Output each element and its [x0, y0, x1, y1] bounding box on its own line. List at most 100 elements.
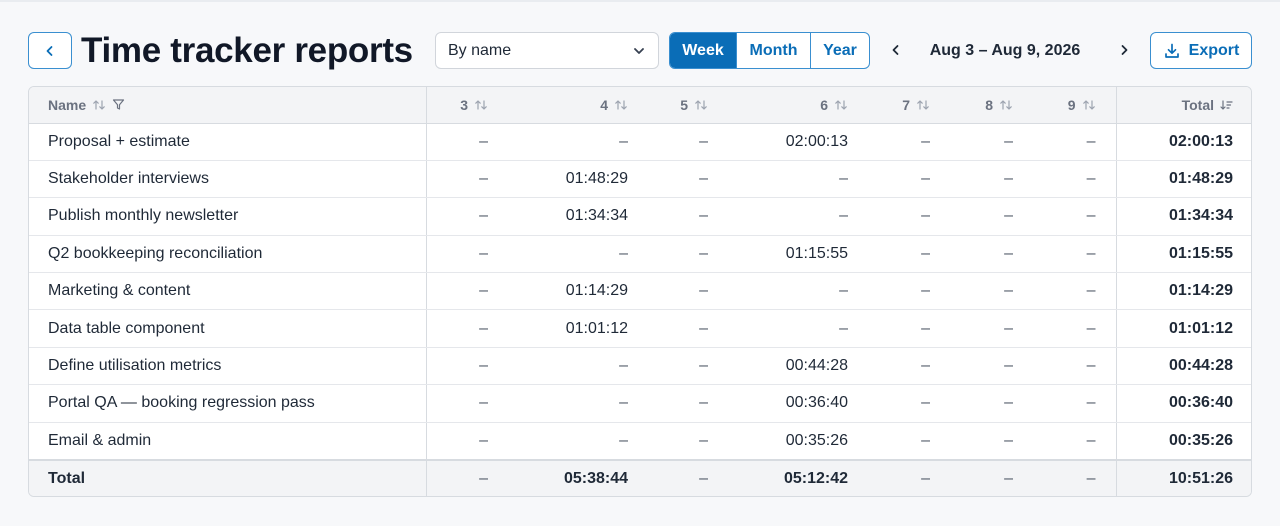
download-icon [1163, 42, 1181, 60]
day-label: 8 [985, 96, 993, 113]
back-button[interactable] [28, 32, 72, 69]
footer-cell: – [868, 458, 950, 496]
day-cell: – [1033, 235, 1116, 274]
table-row[interactable]: Q2 bookkeeping reconciliation – – –01:15:55… [29, 235, 1251, 274]
table-row[interactable]: Proposal + estimate – – –02:00:13– – –02:00:1… [29, 123, 1251, 161]
top-divider [0, 0, 1280, 2]
row-total: 01:48:29 [1115, 160, 1251, 199]
day-cell: – [868, 235, 950, 274]
footer-cell: – [425, 458, 508, 496]
row-total: 02:00:13 [1115, 123, 1251, 161]
next-period-button[interactable] [1111, 37, 1137, 63]
chevron-left-icon [890, 44, 902, 56]
table-row[interactable]: Publish monthly newsletter –01:34:34– – – – –… [29, 197, 1251, 236]
sort-icon[interactable] [694, 99, 708, 111]
day-cell: – [728, 272, 868, 311]
sort-icon[interactable] [92, 99, 106, 111]
export-button[interactable]: Export [1150, 32, 1252, 69]
day-cell: 00:35:26 [785, 431, 848, 449]
day-cell: – [868, 160, 950, 199]
footer-cell: – [648, 458, 728, 496]
period-toggle: Week Month Year [669, 32, 870, 69]
group-by-select[interactable]: By name [435, 32, 659, 69]
row-name: Email & admin [48, 431, 152, 449]
row-total: 00:44:28 [1115, 347, 1251, 386]
day-cell: – [868, 347, 950, 386]
sort-icon[interactable] [614, 99, 628, 111]
column-header-day-3[interactable]: 3 [425, 87, 508, 124]
day-cell: – [508, 235, 648, 274]
day-cell: – [508, 384, 648, 423]
column-header-day-8[interactable]: 8 [950, 87, 1033, 124]
table-row[interactable]: Define utilisation metrics – – –00:44:28– – –… [29, 347, 1251, 386]
page-title: Time tracker reports [81, 31, 413, 70]
column-header-name[interactable]: Name [29, 87, 426, 124]
day-cell: – [950, 235, 1033, 274]
day-cell: – [425, 235, 508, 274]
footer-total: 10:51:26 [1115, 458, 1251, 496]
date-range: Aug 3 – Aug 9, 2026 [929, 42, 1081, 59]
sort-desc-icon[interactable] [1220, 99, 1233, 111]
row-name: Data table component [29, 309, 426, 348]
tab-month[interactable]: Month [737, 33, 811, 68]
page-header: Time tracker reports By name Week Month … [28, 32, 1252, 70]
day-cell: – [1033, 123, 1116, 161]
day-cell: – [1033, 309, 1116, 348]
column-header-total[interactable]: Total [1115, 87, 1251, 124]
tab-year[interactable]: Year [811, 33, 869, 68]
day-cell: – [648, 384, 728, 423]
column-header-day-9[interactable]: 9 [1033, 87, 1116, 124]
column-header-day-7[interactable]: 7 [868, 87, 950, 124]
day-cell: 01:14:29 [508, 272, 648, 311]
table-body: Proposal + estimate – – –02:00:13– – –02:00:1… [29, 123, 1251, 460]
day-cell: – [728, 160, 868, 199]
day-cell: – [950, 197, 1033, 236]
day-cell: – [1033, 197, 1116, 236]
row-name: Q2 bookkeeping reconciliation [29, 235, 426, 274]
table-row[interactable]: Data table component –01:01:12– – – – –01:01:… [29, 309, 1251, 348]
footer-label: Total [29, 458, 426, 496]
day-label: 7 [902, 96, 910, 113]
day-cell: 01:34:34 [508, 197, 648, 236]
day-cell: – [868, 272, 950, 311]
sort-icon[interactable] [999, 99, 1013, 111]
tab-week[interactable]: Week [670, 33, 737, 68]
day-cell: – [868, 123, 950, 161]
day-cell: – [921, 431, 930, 449]
sort-icon[interactable] [916, 99, 930, 111]
sort-icon[interactable] [1082, 99, 1096, 111]
row-name: Stakeholder interviews [29, 160, 426, 199]
day-label: 5 [680, 96, 688, 113]
day-cell: – [1033, 347, 1116, 386]
sort-icon[interactable] [474, 99, 488, 111]
column-header-day-4[interactable]: 4 [508, 87, 648, 124]
day-cell: 01:15:55 [728, 235, 868, 274]
day-cell: – [648, 160, 728, 199]
row-total: 00:36:40 [1115, 384, 1251, 423]
table-row[interactable]: Email & admin – – – 00:35:26 – – – 00:35:26 [29, 422, 1251, 460]
footer-cell: 05:38:44 [508, 458, 648, 496]
day-cell: – [1004, 431, 1013, 449]
table-row[interactable]: Stakeholder interviews –01:48:29– – – – –01:4… [29, 160, 1251, 199]
day-cell: – [425, 197, 508, 236]
column-header-day-6[interactable]: 6 [728, 87, 868, 124]
day-cell: – [425, 384, 508, 423]
day-cell: – [425, 123, 508, 161]
table-row[interactable]: Portal QA — booking regression pass – – –00… [29, 384, 1251, 423]
previous-period-button[interactable] [883, 37, 909, 63]
column-header-day-5[interactable]: 5 [648, 87, 728, 124]
footer-cell: – [1033, 458, 1116, 496]
day-label: 6 [820, 96, 828, 113]
day-label: 3 [460, 96, 468, 113]
sort-icon[interactable] [834, 99, 848, 111]
day-cell: 01:48:29 [508, 160, 648, 199]
footer-cell: 05:12:42 [728, 458, 868, 496]
table-header-row: Name 3 4 5 6 7 8 9 Total [29, 87, 1251, 124]
day-cell: – [648, 309, 728, 348]
day-cell: – [950, 384, 1033, 423]
day-cell: – [619, 431, 628, 449]
row-total: 01:15:55 [1115, 235, 1251, 274]
day-cell: – [950, 272, 1033, 311]
filter-icon[interactable] [112, 98, 125, 111]
table-row[interactable]: Marketing & content –01:14:29– – – – –01:14:2… [29, 272, 1251, 311]
